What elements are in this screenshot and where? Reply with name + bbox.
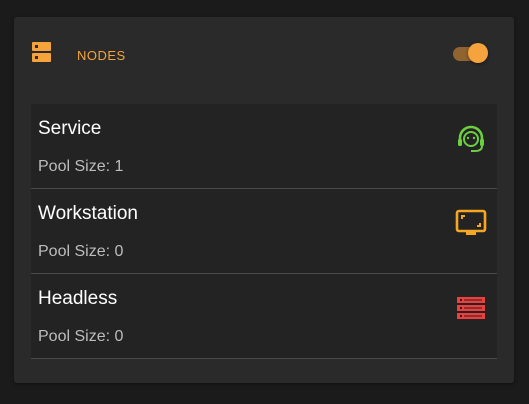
server-rack-icon xyxy=(457,297,485,319)
node-list: Service Pool Size: 1 Workstation Pool Si… xyxy=(31,104,497,359)
card-title: NODES xyxy=(77,48,126,63)
nodes-card: NODES Service Pool Size: 1 Workstation P… xyxy=(14,17,514,383)
nodes-toggle[interactable] xyxy=(452,41,490,65)
card-header: NODES xyxy=(14,17,514,93)
pool-size-label: Pool Size: 0 xyxy=(38,243,124,260)
dns-icon xyxy=(32,42,51,62)
monitor-icon xyxy=(455,209,487,235)
node-name: Service xyxy=(38,118,102,139)
pool-size-label: Pool Size: 0 xyxy=(38,328,124,345)
node-item-headless[interactable]: Headless Pool Size: 0 xyxy=(31,274,497,359)
node-name: Headless xyxy=(38,288,118,309)
node-item-service[interactable]: Service Pool Size: 1 xyxy=(31,104,497,189)
support-agent-icon xyxy=(458,125,484,152)
node-item-workstation[interactable]: Workstation Pool Size: 0 xyxy=(31,189,497,274)
pool-size-label: Pool Size: 1 xyxy=(38,158,124,175)
node-name: Workstation xyxy=(38,203,138,224)
toggle-thumb xyxy=(468,43,488,63)
